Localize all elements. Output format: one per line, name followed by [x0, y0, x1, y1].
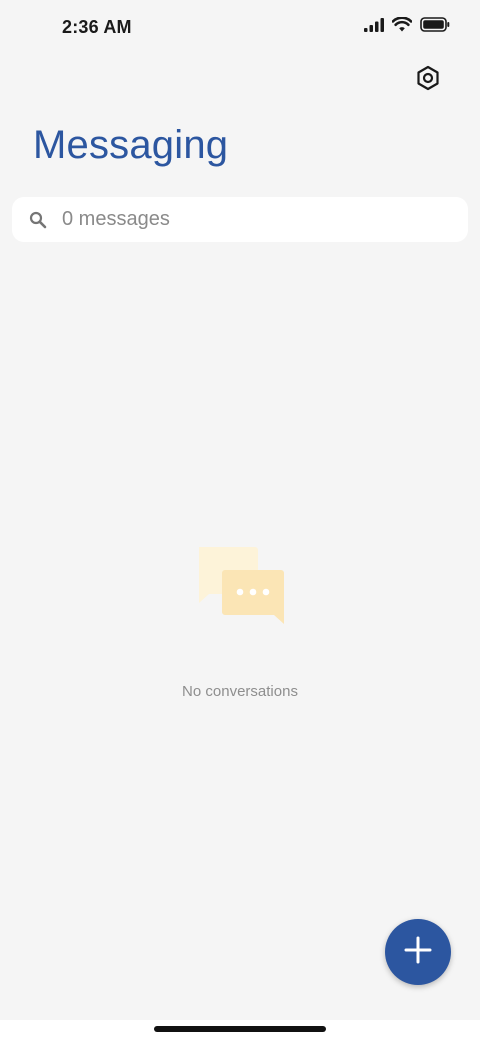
search-icon: [28, 210, 48, 230]
wifi-icon: [391, 16, 413, 37]
status-bar: 2:36 AM: [0, 0, 480, 56]
status-time: 2:36 AM: [62, 17, 132, 37]
status-icons: [364, 16, 450, 37]
settings-button[interactable]: [410, 62, 446, 98]
home-indicator[interactable]: [154, 1026, 326, 1032]
chat-bubbles-icon: [195, 545, 287, 627]
plus-icon: [404, 936, 432, 969]
page-title: Messaging: [33, 123, 229, 167]
empty-state-text: No conversations: [182, 683, 298, 700]
search-bar[interactable]: 0 messages: [12, 197, 468, 242]
search-placeholder: 0 messages: [62, 208, 170, 230]
signal-icon: [364, 17, 384, 37]
battery-icon: [420, 17, 450, 37]
new-conversation-button[interactable]: [385, 919, 451, 985]
settings-hexagon-icon: [415, 65, 441, 96]
